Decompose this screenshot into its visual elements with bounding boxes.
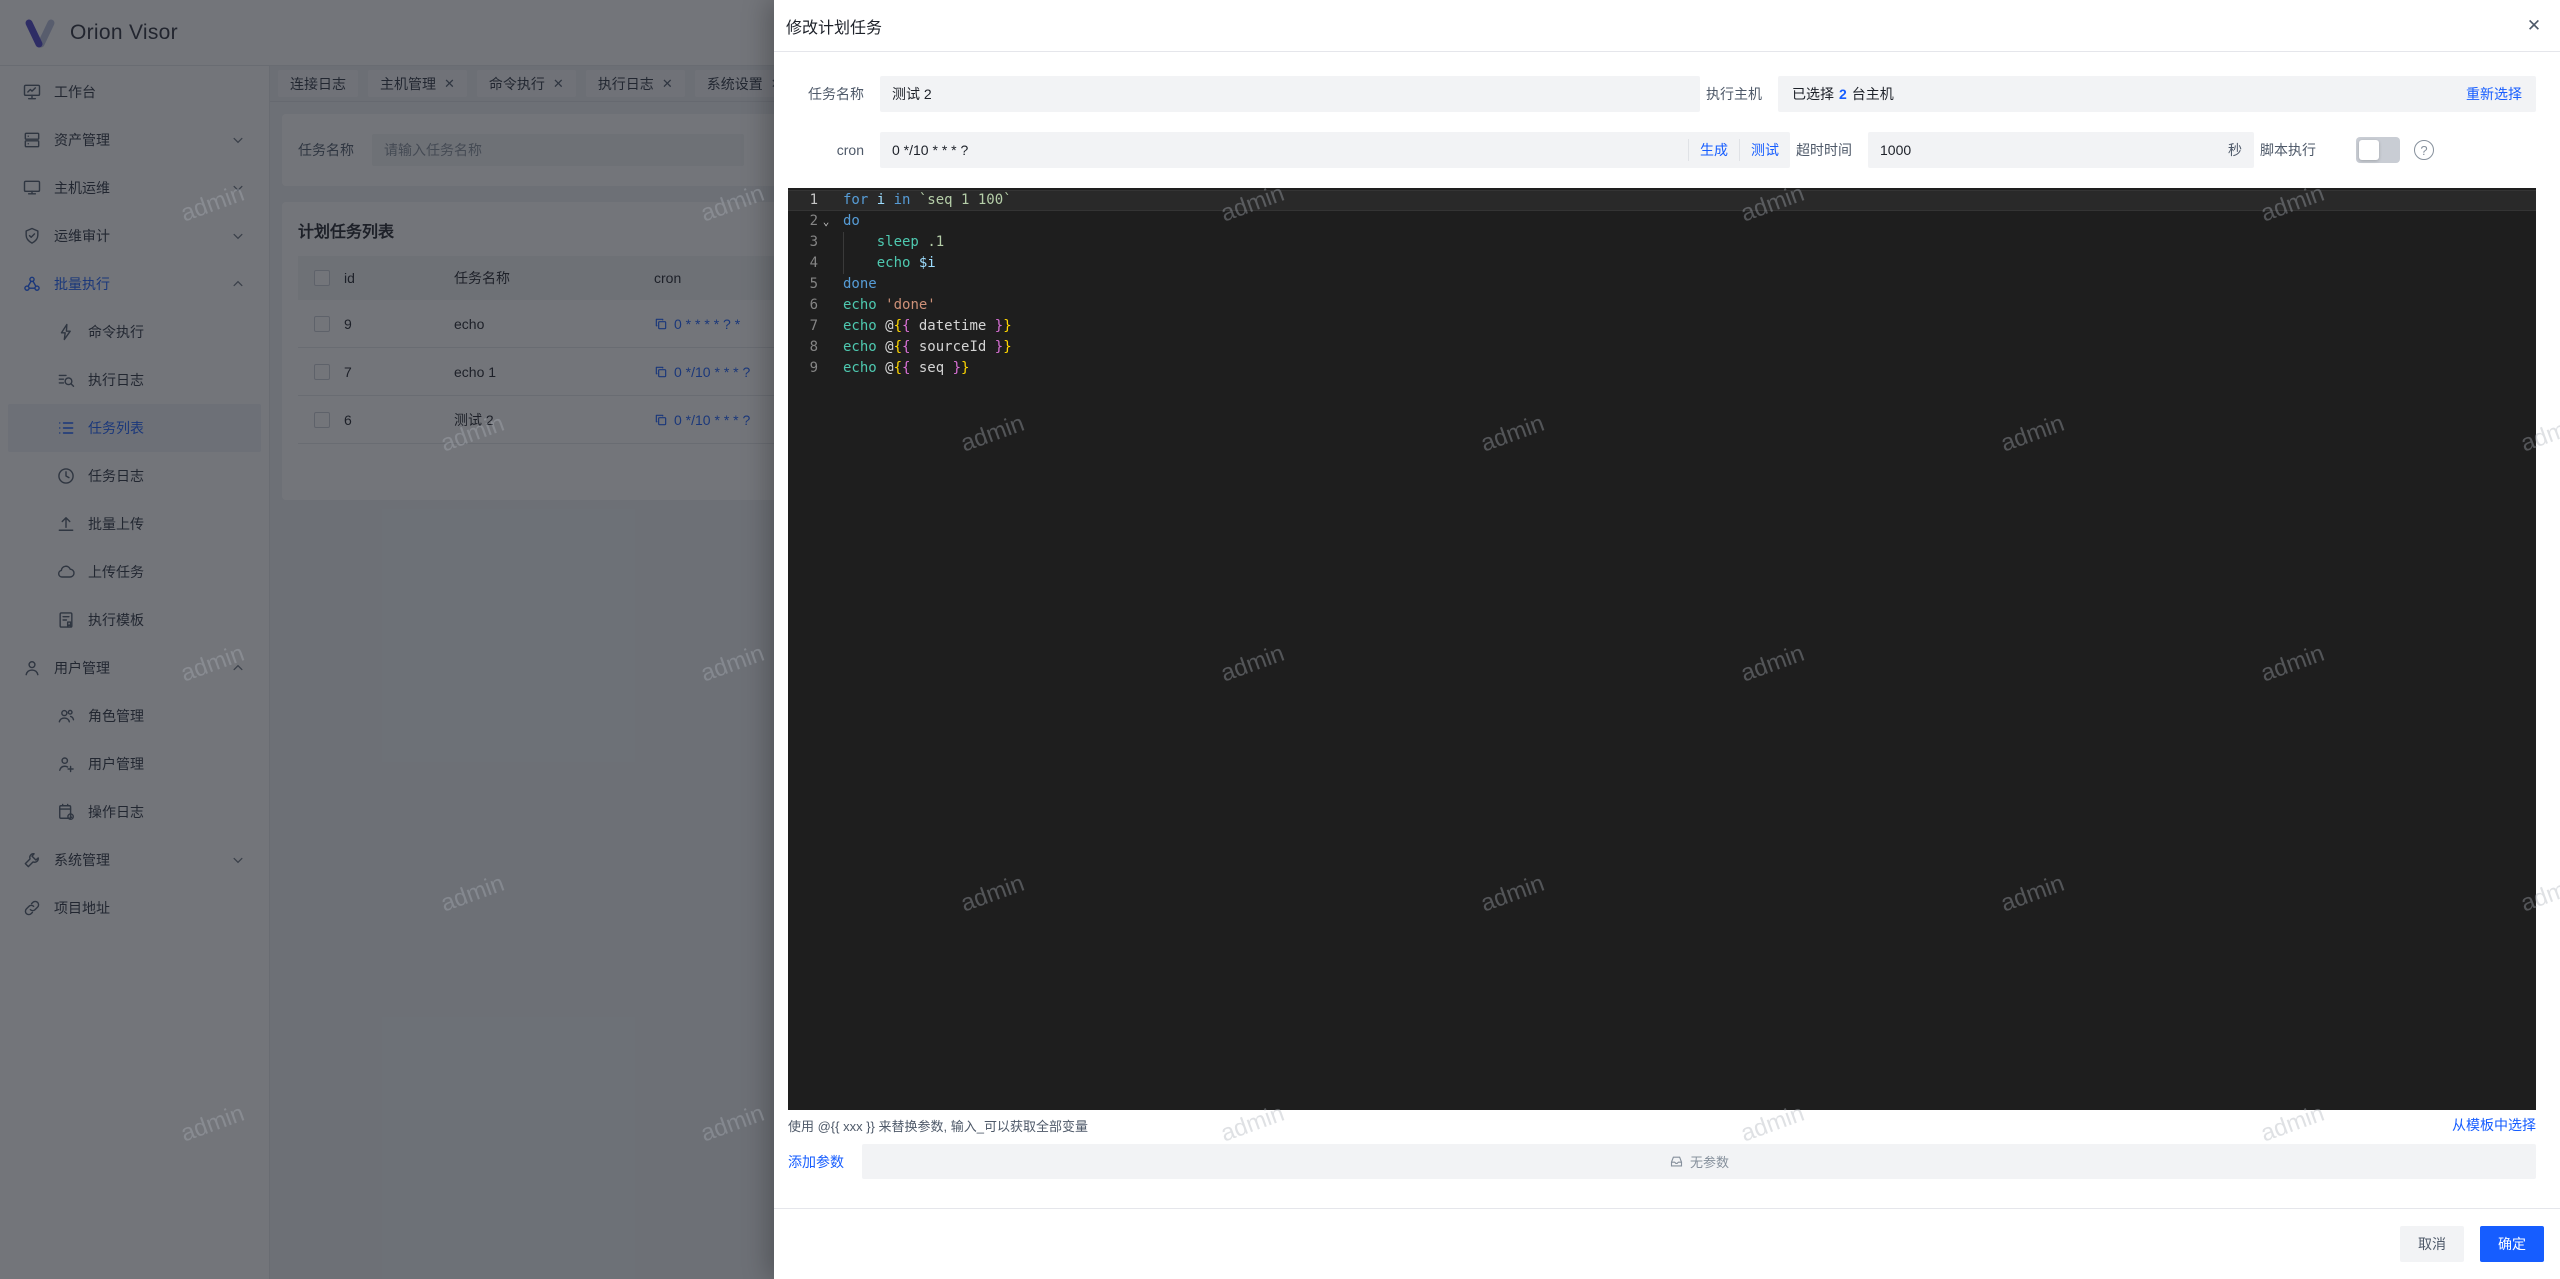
drawer-header: 修改计划任务 ✕ bbox=[774, 0, 2560, 52]
drawer-footer: 取消 确定 bbox=[2400, 1226, 2544, 1262]
code-text: done bbox=[834, 274, 877, 295]
line-number: 4 bbox=[788, 253, 818, 274]
no-param-box: 无参数 bbox=[862, 1144, 2536, 1179]
host-count: 2 bbox=[1839, 86, 1847, 102]
fold-gutter bbox=[818, 253, 834, 274]
fold-gutter bbox=[818, 190, 834, 211]
cron-generate-link[interactable]: 生成 bbox=[1688, 139, 1739, 161]
choose-from-template-link[interactable]: 从模板中选择 bbox=[2452, 1115, 2536, 1135]
fold-gutter bbox=[818, 232, 834, 253]
hint-row: 使用 @{{ xxx }} 来替换参数, 输入_可以获取全部变量 从模板中选择 bbox=[788, 1114, 2536, 1136]
cron-actions: 生成 测试 bbox=[1688, 132, 1790, 168]
script-exec-toggle[interactable] bbox=[2356, 137, 2400, 163]
reselect-hosts-link[interactable]: 重新选择 bbox=[2466, 84, 2522, 104]
param-hint-text: 使用 @{{ xxx }} 来替换参数, 输入_可以获取全部变量 bbox=[788, 1116, 1088, 1135]
code-text: for i in `seq 1 100` bbox=[834, 190, 1012, 211]
line-number: 2 bbox=[788, 211, 818, 232]
script-exec-label: 脚本执行 bbox=[2258, 140, 2316, 160]
code-text: echo $i bbox=[834, 253, 936, 274]
drawer-title: 修改计划任务 bbox=[786, 14, 882, 38]
script-code-editor[interactable]: 1for i in `seq 1 100`2⌄do3 sleep .14 ech… bbox=[788, 188, 2536, 1110]
code-line: 9 echo @{{ seq }} bbox=[788, 358, 2536, 379]
code-line: 4 echo $i bbox=[788, 253, 2536, 274]
fold-gutter bbox=[818, 274, 834, 295]
code-line: 1 for i in `seq 1 100` bbox=[788, 190, 2536, 211]
timeout-label: 超时时间 bbox=[1794, 140, 1852, 160]
hosts-label: 执行主机 bbox=[1704, 84, 1762, 104]
fold-gutter bbox=[818, 295, 834, 316]
timeout-input[interactable]: 1000 秒 bbox=[1868, 132, 2254, 168]
cancel-button[interactable]: 取消 bbox=[2400, 1226, 2464, 1262]
confirm-button[interactable]: 确定 bbox=[2480, 1226, 2544, 1262]
line-number: 1 bbox=[788, 190, 818, 211]
toggle-knob bbox=[2359, 140, 2379, 160]
line-number: 6 bbox=[788, 295, 818, 316]
fold-gutter bbox=[818, 358, 834, 379]
code-line: 2⌄do bbox=[788, 211, 2536, 232]
cron-label: cron bbox=[786, 142, 864, 158]
line-number: 5 bbox=[788, 274, 818, 295]
edit-task-drawer: 修改计划任务 ✕ 任务名称 测试 2 执行主机 已选择 2 台主机 重新选择 c… bbox=[774, 0, 2560, 1279]
task-name-label: 任务名称 bbox=[786, 84, 864, 104]
close-icon[interactable]: ✕ bbox=[2524, 16, 2544, 36]
code-line: 3 sleep .1 bbox=[788, 232, 2536, 253]
cron-test-link[interactable]: 测试 bbox=[1739, 139, 1790, 161]
add-param-link[interactable]: 添加参数 bbox=[788, 1152, 844, 1172]
code-text: echo @{{ seq }} bbox=[834, 358, 969, 379]
help-icon[interactable]: ? bbox=[2414, 140, 2434, 160]
fold-gutter bbox=[818, 316, 834, 337]
code-line: 5 done bbox=[788, 274, 2536, 295]
empty-box-icon bbox=[1669, 1154, 1684, 1169]
code-text: do bbox=[834, 211, 860, 232]
code-line: 8 echo @{{ sourceId }} bbox=[788, 337, 2536, 358]
footer-divider bbox=[774, 1208, 2560, 1209]
cron-input[interactable]: 0 */10 * * * ? bbox=[880, 142, 1688, 158]
line-number: 3 bbox=[788, 232, 818, 253]
host-selector[interactable]: 已选择 2 台主机 重新选择 bbox=[1778, 76, 2536, 112]
code-text: echo @{{ datetime }} bbox=[834, 316, 1012, 337]
line-number: 7 bbox=[788, 316, 818, 337]
code-text: echo 'done' bbox=[834, 295, 936, 316]
param-row: 添加参数 无参数 bbox=[788, 1144, 2536, 1179]
form-row-2: cron 0 */10 * * * ? 生成 测试 超时时间 1000 秒 脚本… bbox=[786, 132, 2536, 168]
fold-gutter bbox=[818, 337, 834, 358]
code-text: echo @{{ sourceId }} bbox=[834, 337, 1012, 358]
task-name-input[interactable]: 测试 2 bbox=[880, 76, 1700, 112]
timeout-unit: 秒 bbox=[2228, 140, 2242, 160]
form-row-1: 任务名称 测试 2 执行主机 已选择 2 台主机 重新选择 bbox=[786, 76, 2536, 112]
code-line: 6 echo 'done' bbox=[788, 295, 2536, 316]
code-text: sleep .1 bbox=[834, 232, 944, 253]
code-line: 7 echo @{{ datetime }} bbox=[788, 316, 2536, 337]
line-number: 8 bbox=[788, 337, 818, 358]
line-number: 9 bbox=[788, 358, 818, 379]
cron-field: 0 */10 * * * ? 生成 测试 bbox=[880, 132, 1790, 168]
fold-chevron-icon[interactable]: ⌄ bbox=[818, 211, 834, 232]
